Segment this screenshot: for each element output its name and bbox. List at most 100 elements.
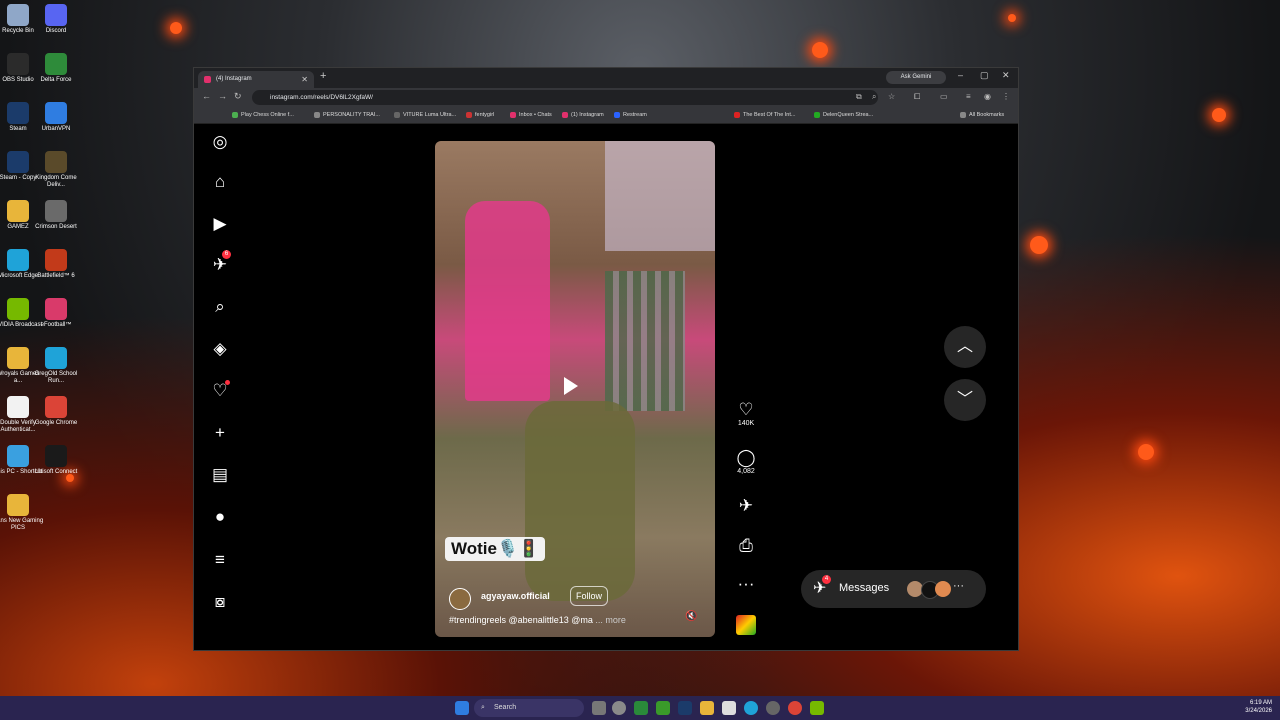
desktop-icon[interactable]: Dans New Gaming PICS xyxy=(0,494,44,532)
ask-gemini-button[interactable]: Ask Gemini xyxy=(886,71,946,84)
desktop-icon[interactable]: UrbanVPN xyxy=(30,102,82,133)
comment-icon[interactable]: ◯ xyxy=(726,448,766,468)
close-tab-icon[interactable]: ✕ xyxy=(301,71,308,88)
app-icon xyxy=(7,494,29,516)
next-reel-button[interactable]: ﹀ xyxy=(944,379,986,421)
taskbar-search[interactable]: ⌕ Search xyxy=(474,699,584,717)
audio-thumbnail[interactable] xyxy=(736,615,756,635)
more-dots-icon[interactable]: ··· xyxy=(726,574,766,594)
address-bar-row: ← → ↻ instagram.com/reels/DV6lL2XgfaW/ ⧉… xyxy=(194,88,1018,107)
app-icon[interactable] xyxy=(722,701,736,715)
desktop-icon-label: Google Chrome xyxy=(34,420,78,426)
messages-button[interactable]: ✈ 4 Messages ··· xyxy=(801,570,986,608)
desktop-icon[interactable]: Crimson Desert xyxy=(30,200,82,231)
back-icon[interactable]: ← xyxy=(202,91,211,101)
comment-action[interactable]: ◯ 4,082 xyxy=(726,448,766,475)
follow-button[interactable]: Follow xyxy=(570,586,608,606)
bookmark-favicon-icon xyxy=(394,111,400,118)
video-figure xyxy=(465,201,550,401)
share-action[interactable]: ✈ xyxy=(726,496,766,516)
settings-icon[interactable] xyxy=(612,701,626,715)
more-menu-icon[interactable]: ≡ xyxy=(210,550,230,570)
desktop-icon[interactable]: GregOld School Run... xyxy=(30,347,82,385)
video-background xyxy=(605,141,715,251)
desktop-icon-label: Battlefield™ 6 xyxy=(37,273,75,279)
chrome-icon[interactable] xyxy=(788,701,802,715)
create-plus-icon[interactable]: + xyxy=(210,423,230,443)
tab-instagram[interactable]: (4) Instagram ✕ xyxy=(198,71,314,88)
new-tab-button[interactable]: + xyxy=(320,70,326,82)
app-icon xyxy=(7,53,29,75)
task-view-icon[interactable] xyxy=(592,701,606,715)
app-icon xyxy=(7,151,29,173)
caption-more-link[interactable]: ... more xyxy=(595,615,626,625)
maximize-button[interactable]: ▢ xyxy=(980,70,989,81)
app-icon xyxy=(7,347,29,369)
bookmark-item[interactable]: Restream xyxy=(614,107,647,123)
audio-muted-icon[interactable]: 🔇 xyxy=(685,611,697,622)
zoom-icon[interactable]: ⌕ xyxy=(872,92,876,102)
also-from-meta-icon[interactable]: ⧇ xyxy=(210,592,230,612)
bookmark-favicon-icon xyxy=(232,111,238,118)
nvidia-icon[interactable] xyxy=(810,701,824,715)
app-icon[interactable] xyxy=(634,701,648,715)
bookmark-item[interactable]: fentygirl xyxy=(466,107,494,123)
bookmark-item[interactable]: (1) Instagram xyxy=(562,107,604,123)
sidepanel-icon[interactable]: ▭ xyxy=(940,92,948,101)
more-options[interactable]: ··· xyxy=(726,574,766,594)
previous-reel-button[interactable]: ︿ xyxy=(944,326,986,368)
profile-icon[interactable]: ◉ xyxy=(984,92,991,101)
home-icon[interactable]: ⌂ xyxy=(210,172,230,192)
desktop-icon[interactable]: Battlefield™ 6 xyxy=(30,249,82,280)
play-icon[interactable] xyxy=(564,377,578,395)
extensions-icon[interactable]: ⧠ xyxy=(914,92,920,102)
app-icon[interactable] xyxy=(656,701,670,715)
bookmark-icon[interactable]: ⎙ xyxy=(726,536,766,556)
url-field[interactable]: instagram.com/reels/DV6lL2XgfaW/ xyxy=(252,90,878,105)
clock[interactable]: 6:19 AM 3/24/2026 xyxy=(1228,699,1272,715)
bookmark-star-icon[interactable]: ☆ xyxy=(888,92,895,101)
desktop-icon[interactable]: Delta Force xyxy=(30,53,82,84)
steam-icon[interactable] xyxy=(678,701,692,715)
install-icon[interactable]: ⧉ xyxy=(856,92,862,102)
reel-video[interactable]: Wotie🎙️🚦 agyayaw.official Follow #trendi… xyxy=(435,141,715,637)
desktop-icon[interactable]: Kingdom Come Deliv... xyxy=(30,151,82,189)
bookmark-item[interactable]: VITURE Luma Ultra... xyxy=(394,107,456,123)
author-avatar[interactable] xyxy=(449,588,471,610)
bookmark-item[interactable]: The Best Of The Int... xyxy=(734,107,795,123)
reload-icon[interactable]: ↻ xyxy=(234,91,242,102)
reels-badge: 6 xyxy=(222,250,231,259)
share-icon[interactable]: ✈ xyxy=(726,496,766,516)
file-explorer-icon[interactable] xyxy=(700,701,714,715)
dashboard-icon[interactable]: ▤ xyxy=(210,465,230,485)
media-icon[interactable]: ≡ xyxy=(966,92,971,101)
bookmark-item[interactable]: All Bookmarks xyxy=(960,107,1004,123)
desktop-icon[interactable]: Google Chrome xyxy=(30,396,82,427)
close-window-button[interactable]: ✕ xyxy=(1002,70,1010,81)
bookmark-item[interactable]: Play Chess Online f... xyxy=(232,107,294,123)
bookmark-item[interactable]: Inbox • Chats xyxy=(510,107,552,123)
like-action[interactable]: ♡ 140K xyxy=(726,400,766,427)
start-icon[interactable] xyxy=(455,701,469,715)
menu-icon[interactable]: ⋮ xyxy=(1002,92,1010,101)
bookmark-item[interactable]: DelenQueen Strea... xyxy=(814,107,873,123)
desktop-icon[interactable]: Discord xyxy=(30,4,82,35)
heart-icon[interactable]: ♡ xyxy=(726,400,766,420)
app-icon xyxy=(45,445,67,467)
instagram-logo-icon[interactable]: ◎ xyxy=(210,132,230,152)
bookmark-label: fentygirl xyxy=(475,112,495,118)
edge-icon[interactable] xyxy=(744,701,758,715)
minimize-button[interactable]: – xyxy=(958,70,963,80)
search-icon[interactable]: ⌕ xyxy=(210,297,230,317)
bookmark-item[interactable]: PERSONALITY TRAI... xyxy=(314,107,380,123)
desktop-icon[interactable]: Ubisoft Connect xyxy=(30,445,82,476)
ember xyxy=(1138,444,1154,460)
obs-icon[interactable] xyxy=(766,701,780,715)
author-username[interactable]: agyayaw.official xyxy=(481,591,550,601)
forward-icon[interactable]: → xyxy=(218,91,227,101)
save-action[interactable]: ⎙ xyxy=(726,536,766,556)
profile-avatar-icon[interactable]: ● xyxy=(210,507,230,527)
explore-icon[interactable]: ◈ xyxy=(210,339,230,359)
reels-icon[interactable]: ▶ xyxy=(210,214,230,234)
desktop-icon[interactable]: eFootball™ xyxy=(30,298,82,329)
